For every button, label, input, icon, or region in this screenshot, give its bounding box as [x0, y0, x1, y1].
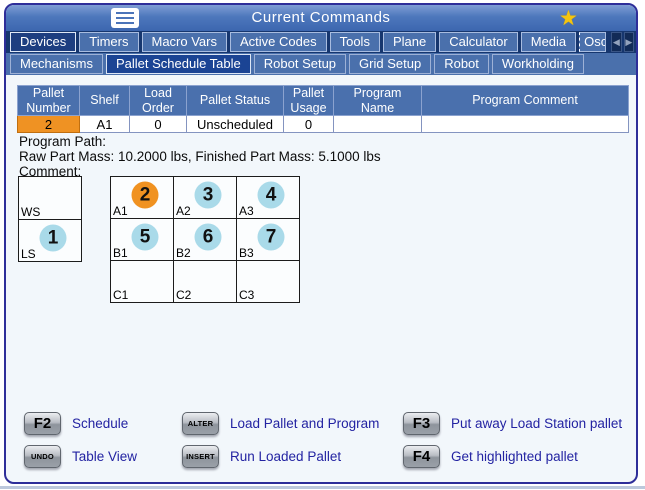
- insert-key-button[interactable]: INSERT: [182, 445, 219, 468]
- grid-cell-a3[interactable]: A3 4: [237, 177, 300, 219]
- tab-timers[interactable]: Timers: [79, 32, 138, 52]
- grid-cell-b3[interactable]: B3 7: [237, 219, 300, 261]
- tab-robot-setup[interactable]: Robot Setup: [254, 54, 346, 74]
- pallet-circle-2-highlighted: 2: [132, 182, 159, 209]
- grid-cell-label: A1: [113, 204, 128, 218]
- tab-tools[interactable]: Tools: [330, 32, 380, 52]
- part-mass-label: Raw Part Mass: 10.2000 lbs, Finished Par…: [19, 149, 381, 164]
- column-header-shelf: Shelf: [80, 86, 130, 116]
- grid-cell-b1[interactable]: B1 5: [111, 219, 174, 261]
- cell-shelf[interactable]: A1: [80, 116, 130, 133]
- page-title: Current Commands: [6, 5, 636, 31]
- grid-cell-label: C2: [176, 288, 191, 302]
- pallet-circle-3: 3: [195, 182, 222, 209]
- pallet-circle-5: 5: [132, 224, 159, 251]
- f2-key-label: Schedule: [72, 416, 128, 431]
- load-station-column: WS LS 1: [18, 176, 82, 262]
- grid-cell-label: C1: [113, 288, 128, 302]
- tab-mechanisms[interactable]: Mechanisms: [10, 54, 103, 74]
- cell-program-comment[interactable]: [422, 116, 629, 133]
- undo-key-label: Table View: [72, 449, 137, 464]
- tab-active-codes[interactable]: Active Codes: [230, 32, 327, 52]
- tab-scroll-left-icon[interactable]: ◀: [611, 32, 621, 52]
- column-header-program-name: Program Name: [334, 86, 422, 116]
- tab-grid-setup[interactable]: Grid Setup: [349, 54, 431, 74]
- tab-macro-vars[interactable]: Macro Vars: [142, 32, 228, 52]
- f4-key-button[interactable]: F4: [403, 445, 440, 468]
- cell-program-name[interactable]: [334, 116, 422, 133]
- cell-load-order[interactable]: 0: [130, 116, 187, 133]
- sub-tab-bar: Mechanisms Pallet Schedule Table Robot S…: [6, 53, 636, 75]
- fkey-put-away-row: F3 Put away Load Station pallet: [403, 412, 622, 435]
- work-station-cell[interactable]: WS: [19, 177, 81, 219]
- load-station-label: LS: [21, 247, 36, 261]
- insert-key-label: Run Loaded Pallet: [230, 449, 341, 464]
- pallet-circle-1: 1: [40, 225, 67, 252]
- pallet-circle-4: 4: [258, 182, 285, 209]
- favorite-star-icon[interactable]: ★: [559, 6, 578, 31]
- window-bottom-edge: [0, 486, 645, 489]
- grid-cell-label: A2: [176, 204, 191, 218]
- fkey-load-pallet-row: ALTER Load Pallet and Program: [182, 412, 379, 435]
- grid-cell-c2[interactable]: C2: [174, 261, 237, 303]
- pallet-circle-6: 6: [195, 224, 222, 251]
- fkey-table-view-row: UNDO Table View: [24, 445, 137, 468]
- grid-cell-label: C3: [239, 288, 254, 302]
- load-station-cell[interactable]: LS 1: [19, 219, 81, 261]
- work-station-label: WS: [21, 205, 40, 219]
- tab-devices[interactable]: Devices: [10, 32, 76, 52]
- program-path-label: Program Path:: [19, 134, 106, 149]
- f4-key-label: Get highlighted pallet: [451, 449, 578, 464]
- tab-media[interactable]: Media: [521, 32, 576, 52]
- tab-pallet-schedule-table[interactable]: Pallet Schedule Table: [106, 54, 251, 74]
- tab-oscilloscope-truncated[interactable]: Osc: [579, 32, 606, 52]
- tab-scroll-right-icon[interactable]: ▶: [624, 32, 634, 52]
- f2-key-button[interactable]: F2: [24, 412, 61, 435]
- cell-pallet-usage[interactable]: 0: [284, 116, 334, 133]
- current-commands-window: Current Commands ★ Devices Timers Macro …: [4, 3, 638, 484]
- tab-plane[interactable]: Plane: [383, 32, 436, 52]
- grid-cell-a2[interactable]: A2 3: [174, 177, 237, 219]
- f3-key-button[interactable]: F3: [403, 412, 440, 435]
- column-header-pallet-number: Pallet Number: [18, 86, 80, 116]
- pallet-circle-7: 7: [258, 224, 285, 251]
- tab-robot[interactable]: Robot: [434, 54, 489, 74]
- alter-key-label: Load Pallet and Program: [230, 416, 379, 431]
- cell-pallet-number[interactable]: 2: [18, 116, 80, 133]
- grid-cell-c3[interactable]: C3: [237, 261, 300, 303]
- grid-cell-a1[interactable]: A1 2: [111, 177, 174, 219]
- column-header-load-order: Load Order: [130, 86, 187, 116]
- pallet-pool-grid: A1 2 A2 3 A3 4 B1 5 B2 6 B3 7 C1 C2: [110, 176, 300, 303]
- fkey-run-loaded-row: INSERT Run Loaded Pallet: [182, 445, 341, 468]
- grid-cell-label: A3: [239, 204, 254, 218]
- grid-cell-c1[interactable]: C1: [111, 261, 174, 303]
- column-header-program-comment: Program Comment: [422, 86, 629, 116]
- table-header-row: Pallet Number Shelf Load Order Pallet St…: [18, 86, 629, 116]
- tab-workholding[interactable]: Workholding: [492, 54, 584, 74]
- column-header-pallet-usage: Pallet Usage: [284, 86, 334, 116]
- column-header-pallet-status: Pallet Status: [187, 86, 284, 116]
- f3-key-label: Put away Load Station pallet: [451, 416, 622, 431]
- undo-key-button[interactable]: UNDO: [24, 445, 61, 468]
- grid-cell-b2[interactable]: B2 6: [174, 219, 237, 261]
- grid-cell-label: B1: [113, 246, 128, 260]
- title-bar: Current Commands ★: [6, 5, 636, 31]
- table-row[interactable]: 2 A1 0 Unscheduled 0: [18, 116, 629, 133]
- grid-cell-label: B3: [239, 246, 254, 260]
- top-tab-bar: Devices Timers Macro Vars Active Codes T…: [6, 31, 636, 53]
- pallet-schedule-table: Pallet Number Shelf Load Order Pallet St…: [17, 85, 629, 133]
- tab-calculator[interactable]: Calculator: [439, 32, 518, 52]
- alter-key-button[interactable]: ALTER: [182, 412, 219, 435]
- fkey-get-pallet-row: F4 Get highlighted pallet: [403, 445, 578, 468]
- fkey-schedule-row: F2 Schedule: [24, 412, 128, 435]
- grid-cell-label: B2: [176, 246, 191, 260]
- cell-pallet-status[interactable]: Unscheduled: [187, 116, 284, 133]
